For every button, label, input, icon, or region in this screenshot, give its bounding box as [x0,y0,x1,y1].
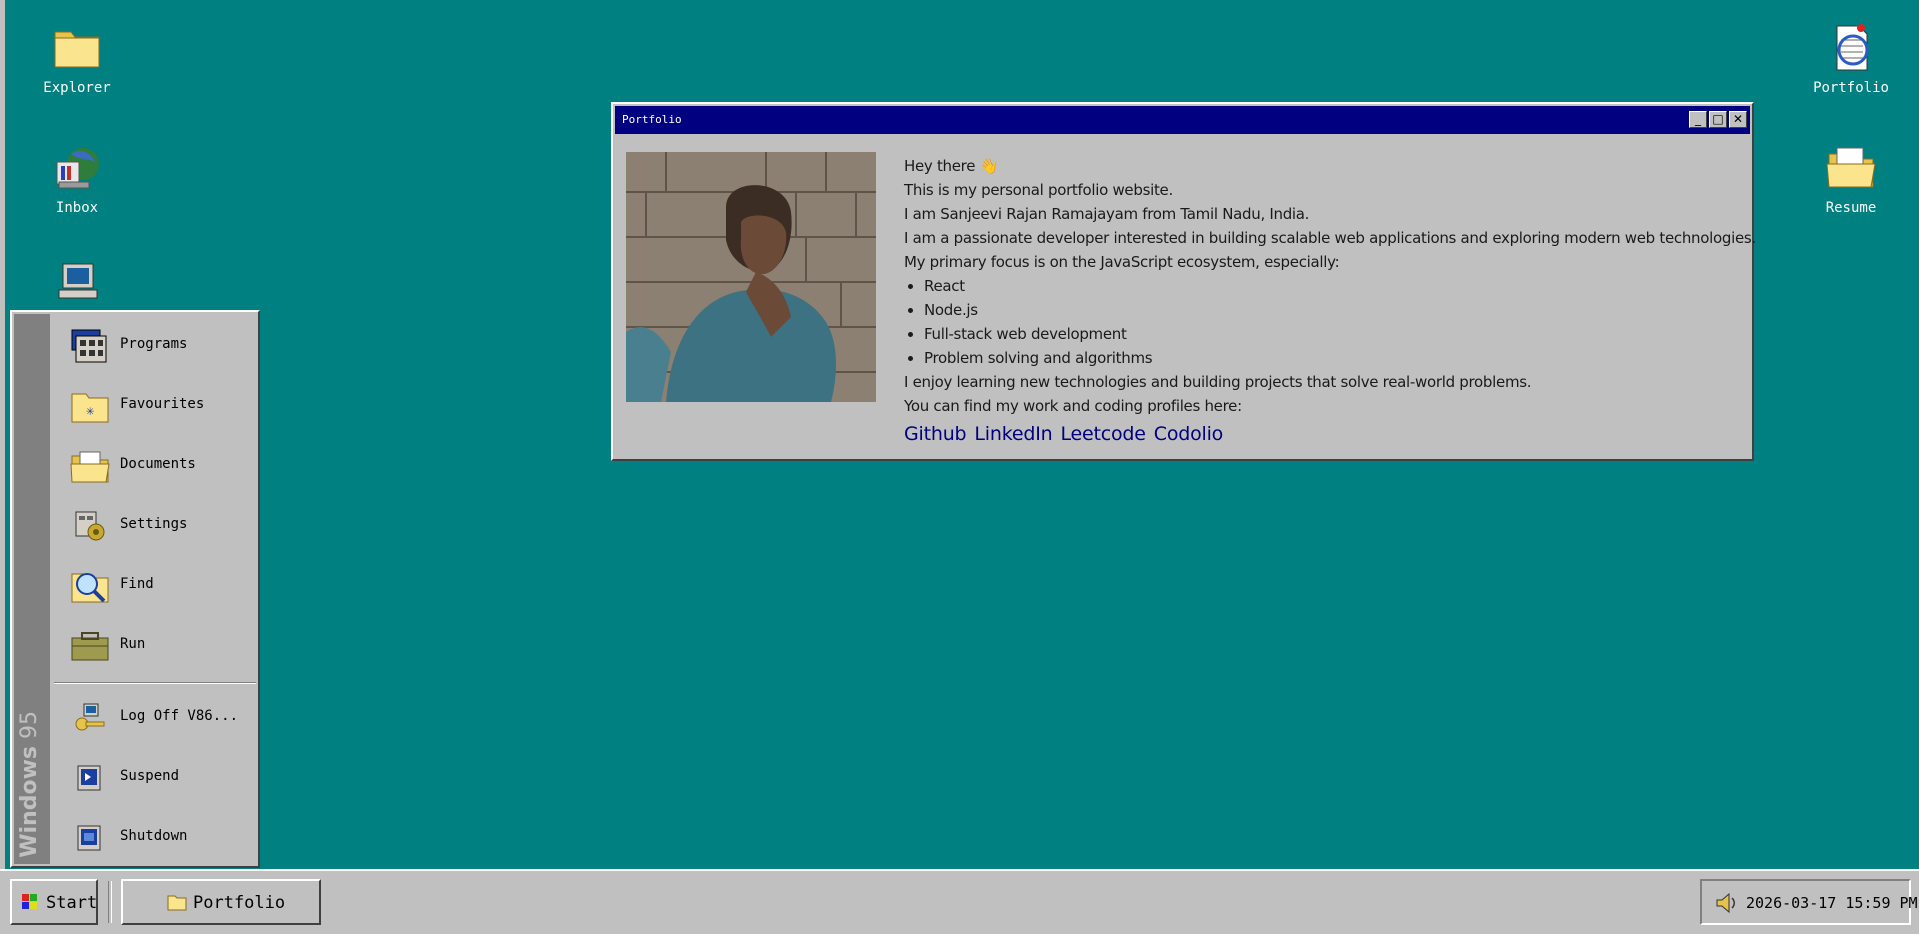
desktop-icon-label: Resume [1825,200,1877,216]
taskbar-divider [108,881,112,923]
profile-photo [626,152,876,402]
close-button[interactable]: ✕ [1729,111,1747,128]
computer-icon [58,263,98,299]
minimize-button[interactable]: _ [1689,111,1707,128]
inbox-icon [56,148,99,189]
maximize-button[interactable]: □ [1709,111,1727,128]
suspend-icon [77,765,101,791]
menu-separator [54,682,256,684]
desktop-icon-resume[interactable]: Resume [1796,140,1906,216]
closing-line: You can find my work and coding profiles… [904,397,1242,415]
menu-item-shutdown[interactable]: Shutdown [60,808,256,864]
desktop-icon-portfolio[interactable]: Portfolio [1796,20,1906,96]
taskbar-portfolio-button[interactable]: Portfolio [121,879,321,925]
taskbar: Start Portfolio 2026-03-17 15:59 PM [0,869,1919,934]
menu-label: Log Off V86... [120,708,239,724]
settings-icon [75,511,105,541]
folder-icon [54,31,100,68]
screen-left-edge [0,0,5,934]
menu-item-suspend[interactable]: Suspend [60,748,256,804]
intro-line: My primary focus is on the JavaScript ec… [904,253,1340,271]
logoff-key-icon [75,703,105,731]
banner-brand: Windows [17,746,42,858]
banner-version: 95 [17,711,42,740]
start-button[interactable]: Start [10,879,98,925]
skill-item: React [924,274,1744,298]
github-link[interactable]: Github [904,423,967,445]
menu-item-run[interactable]: Run [60,616,256,672]
menu-label: Favourites [120,396,205,412]
menu-label: Shutdown [120,828,188,844]
desktop-icon-explorer[interactable]: Explorer [22,20,132,96]
menu-item-logoff[interactable]: Log Off V86... [60,688,256,744]
intro-line: I am a passionate developer interested i… [904,229,1756,247]
desktop-icon-inbox[interactable]: Inbox [22,140,132,216]
window-content: Hey there 👋 This is my personal portfoli… [904,154,1756,446]
menu-label: Suspend [120,768,180,784]
desktop-icon-computer[interactable] [22,258,132,314]
window-title: Portfolio [622,113,682,126]
skill-item: Full-stack web development [924,322,1744,346]
favourites-folder-icon: ✳ [71,393,109,423]
desktop-icon-label: Explorer [43,80,111,96]
shutdown-icon [77,825,101,851]
run-icon [71,632,109,661]
clock: 2026-03-17 15:59 PM [1746,894,1918,912]
skill-item: Node.js [924,298,1744,322]
menu-item-programs[interactable]: Programs [60,316,256,372]
closing-line: I enjoy learning new technologies and bu… [904,373,1532,391]
open-folder-icon [1826,147,1876,188]
programs-icon [71,329,107,363]
documents-folder-icon [70,451,110,483]
profile-links: Github LinkedIn Leetcode Codolio [904,422,1744,446]
system-tray: 2026-03-17 15:59 PM [1700,879,1918,925]
menu-label: Run [120,636,146,652]
start-label: Start [46,893,98,913]
intro-line: I am Sanjeevi Rajan Ramajayam from Tamil… [904,205,1310,223]
svg-text:✳: ✳ [86,403,95,419]
menu-label: Find [120,576,154,592]
folder-icon [167,895,187,911]
menu-item-settings[interactable]: Settings [60,496,256,552]
menu-item-documents[interactable]: Documents [60,436,256,492]
desktop-icon-label: Portfolio [1813,80,1889,96]
portfolio-window[interactable]: Portfolio _ □ ✕ Hey there 👋 This is my p… [611,102,1756,461]
intro-line: This is my personal portfolio website. [904,181,1173,199]
menu-label: Documents [120,456,196,472]
windows-logo-icon [22,894,37,909]
codolio-link[interactable]: Codolio [1154,423,1224,445]
desktop-icon-label: Inbox [55,200,99,216]
start-menu-banner: Windows 95 [14,314,50,864]
menu-label: Settings [120,516,188,532]
menu-label: Programs [120,336,188,352]
greeting-text: Hey there 👋 [904,157,998,175]
speaker-icon[interactable] [1714,892,1738,914]
start-menu: Windows 95 Programs ✳ Favourites Documen… [10,310,260,868]
skills-list: React Node.js Full-stack web development… [904,274,1744,370]
menu-item-find[interactable]: Find [60,556,256,612]
skill-item: Problem solving and algorithms [924,346,1744,370]
leetcode-link[interactable]: Leetcode [1060,423,1146,445]
task-label: Portfolio [193,893,286,913]
linkedin-link[interactable]: LinkedIn [974,423,1052,445]
window-titlebar[interactable]: Portfolio _ □ ✕ [615,106,1750,134]
find-magnifier-icon [71,573,109,603]
document-icon [1836,24,1869,71]
menu-item-favourites[interactable]: ✳ Favourites [60,376,256,432]
